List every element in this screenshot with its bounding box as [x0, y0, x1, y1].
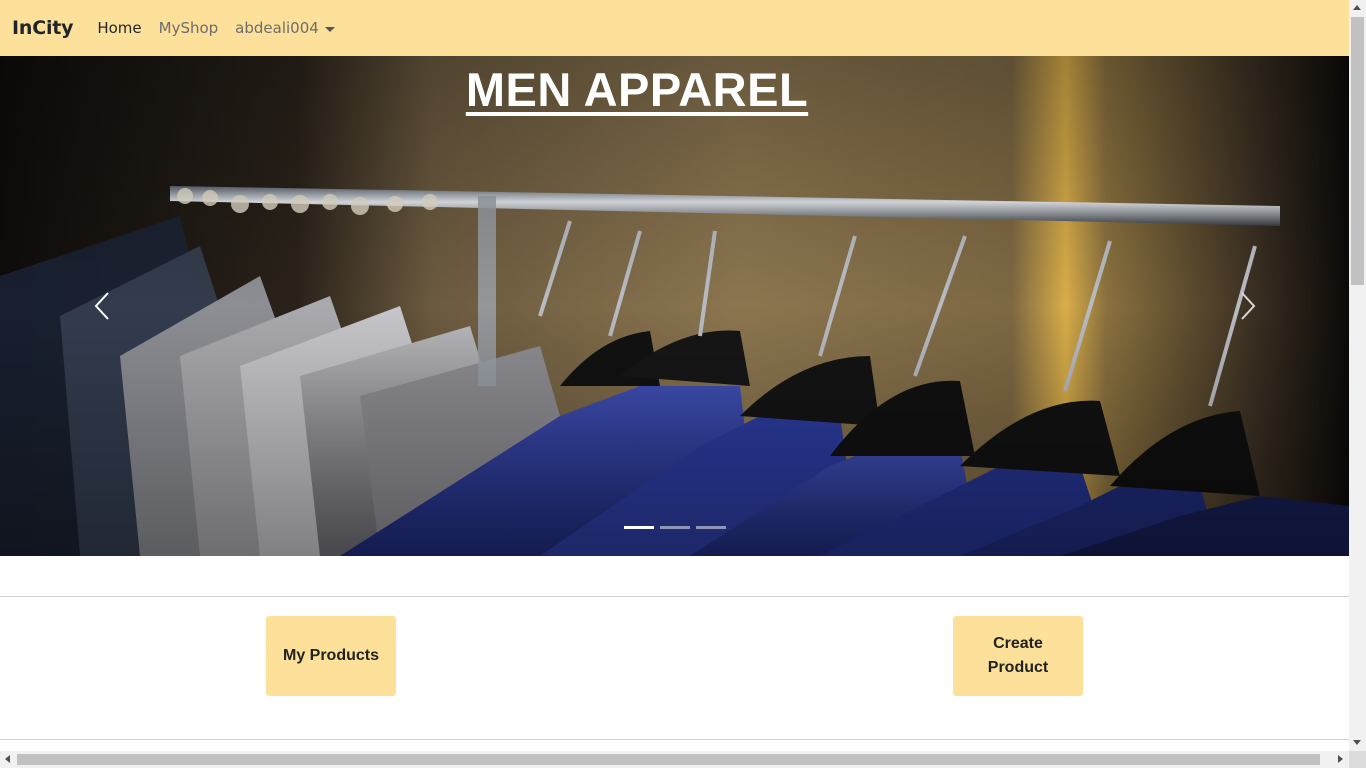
my-products-label: My Products — [282, 647, 379, 664]
hero-carousel: MEN APPAREL — [0, 56, 1349, 556]
horizontal-scroll-thumb[interactable] — [17, 754, 1320, 765]
section-divider-top — [0, 596, 1349, 597]
nav-link-myshop[interactable]: MyShop — [159, 19, 219, 37]
scroll-down-arrow-icon[interactable] — [1353, 740, 1361, 745]
suit-rack-photo — [0, 56, 1349, 556]
page-viewport: InCity Home MyShop abdeali004 MEN APPARE… — [0, 0, 1349, 751]
carousel-indicator-3[interactable] — [696, 526, 726, 529]
user-dropdown[interactable]: abdeali004 — [235, 19, 335, 37]
chevron-left-icon — [94, 292, 109, 320]
carousel-next-button[interactable] — [1228, 278, 1268, 334]
nav-link-home[interactable]: Home — [97, 19, 141, 37]
carousel-prev-button[interactable] — [82, 278, 122, 334]
my-products-button[interactable]: My Products — [266, 616, 396, 696]
chevron-right-icon — [1241, 292, 1256, 320]
scroll-right-arrow-icon[interactable] — [1338, 755, 1343, 763]
carousel-indicators — [624, 526, 726, 529]
create-product-label: Create Product — [987, 635, 1049, 676]
scroll-left-arrow-icon[interactable] — [5, 755, 10, 763]
horizontal-scrollbar[interactable] — [0, 751, 1349, 768]
user-dropdown-label: abdeali004 — [235, 19, 319, 37]
vertical-scrollbar[interactable] — [1349, 0, 1366, 751]
carousel-indicator-2[interactable] — [660, 526, 690, 529]
scroll-up-arrow-icon[interactable] — [1353, 5, 1361, 10]
caret-down-icon — [324, 26, 335, 32]
carousel-caption: MEN APPAREL — [0, 62, 1274, 117]
section-divider-bottom — [0, 739, 1349, 740]
carousel-indicator-1[interactable] — [624, 526, 654, 529]
carousel-caption-title: MEN APPAREL — [465, 63, 809, 116]
top-navbar: InCity Home MyShop abdeali004 — [0, 0, 1349, 56]
vertical-scroll-thumb[interactable] — [1351, 17, 1364, 285]
create-product-button[interactable]: Create Product — [953, 616, 1083, 696]
scrollbar-corner — [1349, 751, 1366, 768]
brand-logo[interactable]: InCity — [12, 17, 74, 39]
